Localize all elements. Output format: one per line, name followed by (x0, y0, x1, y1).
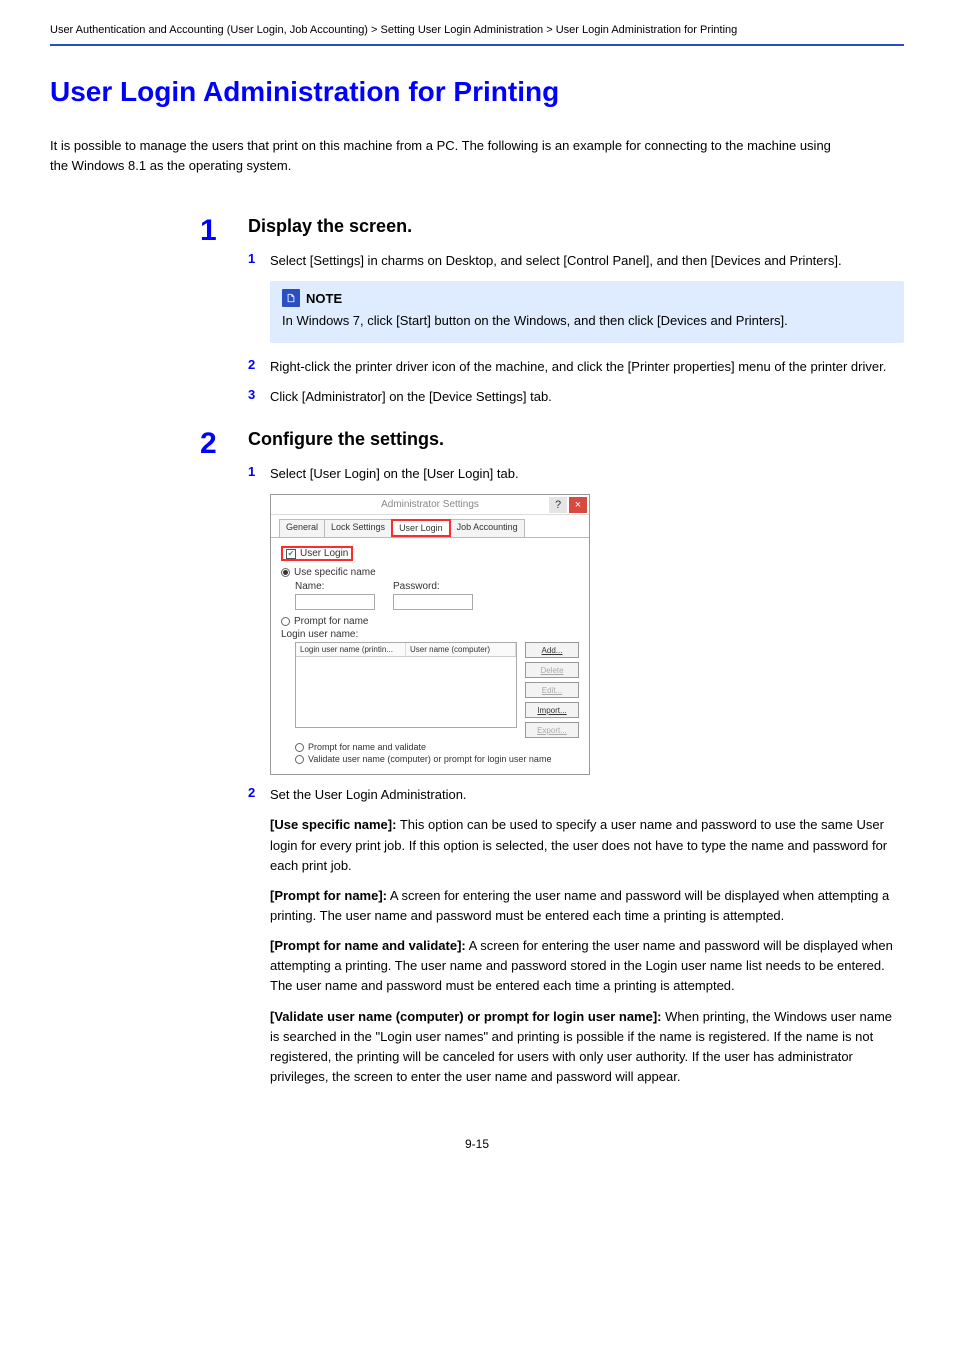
substep-2-text: Right-click the printer driver icon of t… (270, 357, 904, 377)
tab-user-login[interactable]: User Login (391, 519, 451, 537)
breadcrumb: User Authentication and Accounting (User… (50, 24, 737, 36)
tab-job-accounting[interactable]: Job Accounting (450, 519, 525, 537)
add-button[interactable]: Add... (525, 642, 579, 658)
edit-button[interactable]: Edit... (525, 682, 579, 698)
opt-validate: [Validate user name (computer) or prompt… (270, 1007, 904, 1088)
opt-prompt-name: [Prompt for name]: A screen for entering… (270, 886, 904, 926)
substep-2-number: 2 (248, 357, 270, 377)
radio-prompt-name[interactable] (281, 617, 290, 626)
opt-use-specific: [Use specific name]: This option can be … (270, 815, 904, 875)
intro-paragraph: It is possible to manage the users that … (50, 136, 850, 176)
page-number-bottom: 9-15 (50, 1137, 904, 1151)
login-user-name-label: Login user name: (281, 629, 579, 640)
login-user-listbox[interactable]: Login user name (printin... User name (c… (295, 642, 517, 728)
opt-prompt-name-label: [Prompt for name]: (270, 888, 387, 903)
note-icon (282, 289, 300, 307)
dialog-help-button[interactable]: ? (549, 497, 567, 513)
password-input[interactable] (393, 594, 473, 610)
opt-use-specific-label: [Use specific name]: (270, 817, 396, 832)
user-login-checkbox-label: User Login (300, 548, 348, 559)
dialog-close-button[interactable]: × (569, 497, 587, 513)
password-label: Password: (393, 581, 473, 592)
substep-2-1-text: Select [User Login] on the [User Login] … (270, 464, 904, 484)
dialog-title: Administrator Settings (381, 499, 479, 510)
radio-prompt-validate-label: Prompt for name and validate (308, 742, 426, 752)
delete-button[interactable]: Delete (525, 662, 579, 678)
radio-prompt-validate[interactable] (295, 743, 304, 752)
substep-1-text: Select [Settings] in charms on Desktop, … (270, 251, 904, 271)
note-title: NOTE (306, 291, 342, 306)
radio-prompt-name-label: Prompt for name (294, 616, 368, 627)
name-input[interactable] (295, 594, 375, 610)
divider (50, 44, 904, 46)
radio-use-specific[interactable] (281, 568, 290, 577)
substep-1-number: 1 (248, 251, 270, 271)
substep-2-2-number: 2 (248, 785, 270, 1097)
step-1-title: Display the screen. (248, 216, 904, 237)
tab-lock-settings[interactable]: Lock Settings (324, 519, 392, 537)
step-2-number: 2 (200, 429, 244, 1107)
list-col-2: User name (computer) (406, 643, 516, 656)
step-1-number: 1 (200, 216, 244, 417)
opt-prompt-validate-label: [Prompt for name and validate]: (270, 938, 466, 953)
name-label: Name: (295, 581, 375, 592)
opt-prompt-validate: [Prompt for name and validate]: A screen… (270, 936, 904, 996)
user-login-checkbox[interactable] (286, 549, 296, 559)
page-title: User Login Administration for Printing (50, 76, 904, 108)
step-2-title: Configure the settings. (248, 429, 904, 450)
dialog-screenshot: Administrator Settings ? × General Lock … (270, 494, 590, 775)
substep-3-text: Click [Administrator] on the [Device Set… (270, 387, 904, 407)
tab-general[interactable]: General (279, 519, 325, 537)
radio-use-specific-label: Use specific name (294, 567, 376, 578)
radio-validate-label: Validate user name (computer) or prompt … (308, 754, 551, 764)
substep-2-2-intro: Set the User Login Administration. (270, 785, 904, 805)
opt-validate-label: [Validate user name (computer) or prompt… (270, 1009, 662, 1024)
note-body: In Windows 7, click [Start] button on th… (282, 311, 892, 331)
substep-3-number: 3 (248, 387, 270, 407)
note-box: NOTE In Windows 7, click [Start] button … (270, 281, 904, 343)
export-button[interactable]: Export... (525, 722, 579, 738)
radio-validate[interactable] (295, 755, 304, 764)
substep-2-1-number: 1 (248, 464, 270, 484)
import-button[interactable]: Import... (525, 702, 579, 718)
list-col-1: Login user name (printin... (296, 643, 406, 656)
